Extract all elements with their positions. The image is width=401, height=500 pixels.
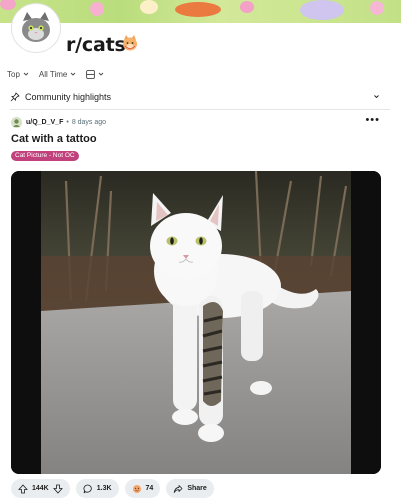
comment-icon — [83, 484, 92, 493]
layout-icon — [86, 69, 96, 79]
chevron-down-icon — [71, 72, 76, 76]
sort-dropdown[interactable]: Top — [7, 70, 29, 79]
award-icon — [132, 484, 141, 493]
subreddit-banner — [0, 0, 401, 23]
meta-separator: • — [66, 118, 69, 126]
community-highlights-label: Community highlights — [25, 92, 112, 102]
vote-score: 144K — [32, 485, 49, 492]
divider — [10, 109, 390, 110]
share-button[interactable]: Share — [166, 479, 214, 498]
downvote-icon[interactable] — [52, 484, 63, 494]
time-range-label: All Time — [38, 69, 68, 79]
subreddit-name: r/cats — [66, 34, 126, 56]
share-icon — [174, 484, 183, 493]
chevron-down-icon — [23, 72, 29, 76]
comment-count: 1.3K — [96, 485, 112, 492]
post-image[interactable] — [11, 171, 381, 474]
cat-face-icon — [15, 7, 57, 49]
user-avatar-icon — [11, 116, 22, 128]
vote-control: 144K — [11, 479, 70, 498]
upvote-icon[interactable] — [18, 483, 28, 494]
community-highlights-toggle[interactable]: Community highlights — [10, 88, 385, 106]
chevron-down-icon — [374, 95, 379, 99]
pin-icon — [10, 92, 20, 102]
share-label: Share — [187, 485, 207, 492]
time-range-dropdown[interactable]: All Time — [39, 70, 76, 79]
view-dropdown[interactable] — [86, 69, 104, 79]
award-button[interactable]: 74 — [124, 479, 161, 498]
cat-photo — [11, 171, 381, 474]
comments-button[interactable]: 1.3K — [75, 479, 119, 498]
post-author[interactable]: u/Q_D_V_F — [26, 119, 63, 126]
subreddit-avatar[interactable] — [12, 4, 60, 52]
post-meta: u/Q_D_V_F • 8 days ago ••• — [11, 115, 386, 128]
award-count: 74 — [145, 485, 154, 492]
post-actions: 144K 1.3K 74 Share — [11, 479, 214, 498]
post-age: 8 days ago — [71, 118, 107, 126]
user-avatar[interactable] — [11, 116, 22, 128]
post-flair[interactable]: Cat Picture - Not OC — [11, 151, 79, 161]
cat-emoji-icon — [123, 35, 137, 51]
chevron-down-icon — [99, 72, 104, 76]
post-title[interactable]: Cat with a tattoo — [11, 133, 97, 145]
sort-bar: Top All Time — [7, 67, 114, 81]
sort-label: Top — [7, 69, 20, 79]
more-options-button[interactable]: ••• — [365, 115, 380, 126]
